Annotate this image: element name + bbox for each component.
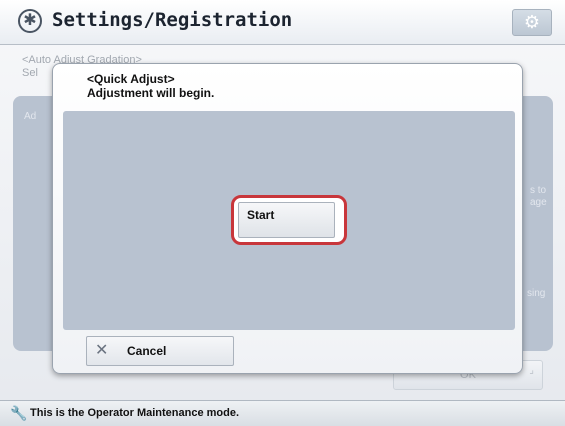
background-fragment-right-2: age: [530, 197, 547, 208]
dialog-message: Adjustment will begin.: [87, 86, 215, 100]
quick-adjust-dialog: <Quick Adjust> Adjustment will begin. St…: [52, 63, 523, 374]
cancel-button[interactable]: ✕ Cancel: [86, 336, 234, 366]
gear-icon: ⚙: [523, 12, 541, 32]
status-text: This is the Operator Maintenance mode.: [30, 407, 240, 419]
background-fragment-left: Ad: [24, 111, 37, 122]
gear-button[interactable]: ⚙: [512, 9, 552, 36]
wrench-icon: 🔧: [10, 405, 28, 421]
dialog-title: <Quick Adjust>: [87, 72, 175, 86]
return-arrow-icon: ⌟: [529, 365, 534, 376]
start-button[interactable]: Start: [238, 202, 335, 238]
page-title: Settings/Registration: [52, 9, 293, 31]
header-bar: ✱ Settings/Registration ⚙: [0, 0, 565, 45]
close-icon: ✕: [95, 342, 109, 359]
cancel-label: Cancel: [127, 344, 167, 358]
status-bar: 🔧 This is the Operator Maintenance mode.: [0, 400, 565, 426]
settings-registration-icon: ✱: [18, 9, 42, 33]
background-fragment-right-3: sing: [527, 288, 546, 299]
screen: ✱ Settings/Registration ⚙ <Auto Adjust G…: [0, 0, 565, 426]
background-fragment-right-1: s to: [530, 185, 547, 196]
